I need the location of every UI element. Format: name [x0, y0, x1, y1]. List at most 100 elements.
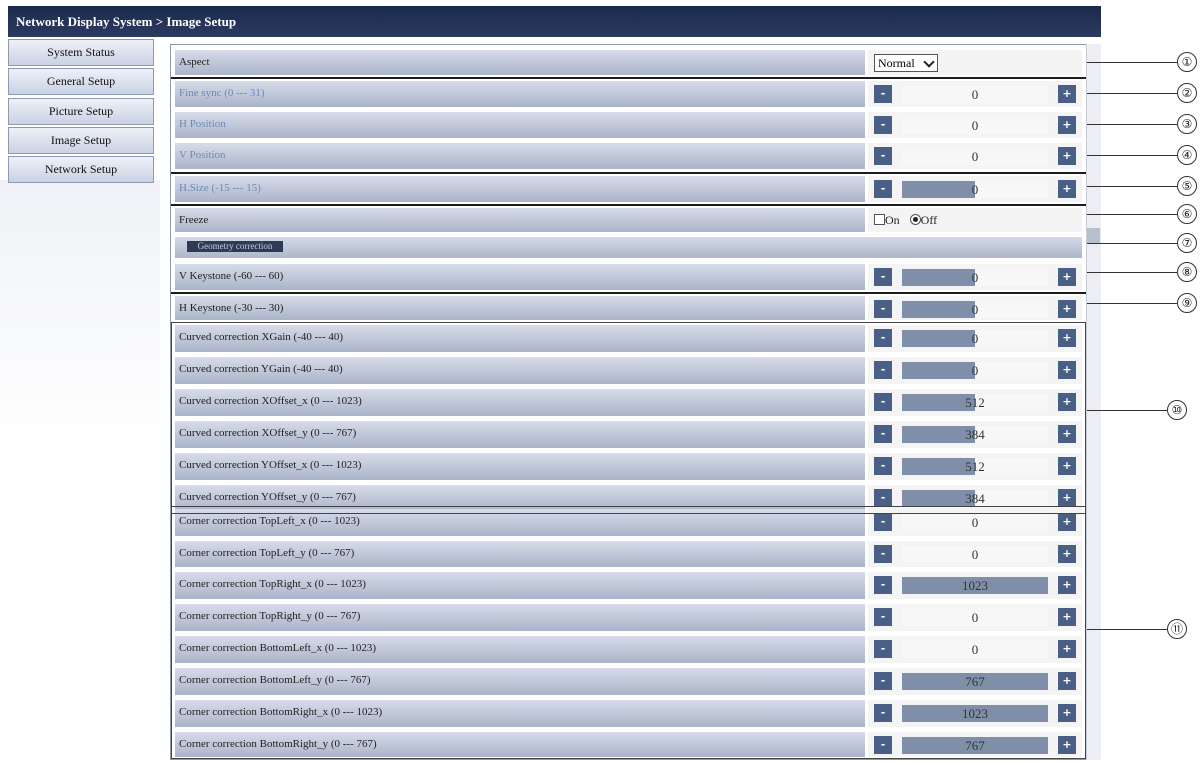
curved-xoffset-y-plus-button[interactable]: +: [1058, 425, 1076, 443]
curved-yoffset-x-plus-button[interactable]: +: [1058, 457, 1076, 475]
curved-ygain-row: Curved correction YGain (-40 --- 40) - 0…: [171, 354, 1086, 386]
corner-bottomleft-x-slider[interactable]: 0: [902, 641, 1048, 658]
freeze-on-radio[interactable]: [874, 214, 885, 225]
curved-xgain-row: Curved correction XGain (-40 --- 40) - 0…: [171, 322, 1086, 354]
v-position-row: V Position - 0 +: [171, 140, 1086, 171]
callout-line: [1087, 243, 1177, 244]
h-keystone-minus-button[interactable]: -: [874, 300, 892, 318]
corner-bottomright-x-plus-button[interactable]: +: [1058, 704, 1076, 722]
fine-sync-minus-button[interactable]: -: [874, 85, 892, 103]
callout-7: ⑦: [1177, 233, 1197, 253]
image-setup-panel: Aspect Normal Fine sync (0 --- 31) - 0 +…: [170, 44, 1087, 760]
sidebar-shadow: [0, 180, 160, 450]
aspect-select[interactable]: Normal: [874, 54, 938, 72]
corner-bottomright-x-slider[interactable]: 1023: [902, 705, 1048, 722]
corner-bottomright-y-row: Corner correction BottomRight_y (0 --- 7…: [171, 729, 1086, 759]
corner-topright-x-slider[interactable]: 1023: [902, 577, 1048, 594]
h-position-row: H Position - 0 +: [171, 109, 1086, 140]
curved-xgain-plus-button[interactable]: +: [1058, 329, 1076, 347]
v-keystone-slider[interactable]: 0: [902, 269, 1048, 286]
corner-topleft-x-minus-button[interactable]: -: [874, 513, 892, 531]
curved-ygain-minus-button[interactable]: -: [874, 361, 892, 379]
callout-9: ⑨: [1177, 293, 1197, 313]
h-keystone-plus-button[interactable]: +: [1058, 300, 1076, 318]
corner-topright-x-label: Corner correction TopRight_x (0 --- 1023…: [175, 572, 865, 599]
curved-ygain-plus-button[interactable]: +: [1058, 361, 1076, 379]
scrollbar-thumb[interactable]: [1087, 228, 1100, 244]
corner-bottomleft-y-slider[interactable]: 767: [902, 673, 1048, 690]
corner-bottomright-y-slider[interactable]: 767: [902, 737, 1048, 754]
curved-xgain-slider[interactable]: 0: [902, 330, 1048, 347]
curved-yoffset-y-slider[interactable]: 384: [902, 490, 1048, 507]
freeze-off-label: Off: [920, 213, 938, 227]
curved-xoffset-y-minus-button[interactable]: -: [874, 425, 892, 443]
corner-topleft-y-row: Corner correction TopLeft_y (0 --- 767) …: [171, 538, 1086, 569]
corner-bottomleft-y-minus-button[interactable]: -: [874, 672, 892, 690]
corner-topright-x-minus-button[interactable]: -: [874, 576, 892, 594]
curved-xoffset-x-slider[interactable]: 512: [902, 394, 1048, 411]
corner-topright-x-plus-button[interactable]: +: [1058, 576, 1076, 594]
v-position-label: V Position: [175, 143, 865, 169]
nav-picture-setup[interactable]: Picture Setup: [8, 98, 154, 125]
v-keystone-plus-button[interactable]: +: [1058, 268, 1076, 286]
corner-topleft-x-slider[interactable]: 0: [902, 514, 1048, 531]
corner-bottomright-y-plus-button[interactable]: +: [1058, 736, 1076, 754]
callout-line: [1087, 155, 1177, 156]
v-keystone-label: V Keystone (-60 --- 60): [175, 264, 865, 290]
corner-bottomright-y-value: 767: [965, 738, 985, 753]
corner-bottomleft-x-minus-button[interactable]: -: [874, 640, 892, 658]
nav-system-status[interactable]: System Status: [8, 39, 154, 66]
h-size-row: H.Size (-15 --- 15) - 0 +: [171, 173, 1086, 204]
v-position-minus-button[interactable]: -: [874, 147, 892, 165]
callout-line: [1087, 93, 1177, 94]
corner-topleft-y-plus-button[interactable]: +: [1058, 545, 1076, 563]
curved-xoffset-y-slider[interactable]: 384: [902, 426, 1048, 443]
corner-topright-y-slider[interactable]: 0: [902, 609, 1048, 626]
vertical-scrollbar[interactable]: [1086, 44, 1101, 760]
corner-topright-y-minus-button[interactable]: -: [874, 608, 892, 626]
corner-topright-y-row: Corner correction TopRight_y (0 --- 767)…: [171, 601, 1086, 633]
h-keystone-value: 0: [971, 302, 979, 317]
curved-xoffset-x-minus-button[interactable]: -: [874, 393, 892, 411]
callout-line: [1087, 272, 1177, 273]
h-keystone-slider[interactable]: 0: [902, 301, 1048, 318]
fine-sync-row: Fine sync (0 --- 31) - 0 +: [171, 78, 1086, 109]
geometry-section-row: Geometry correction: [171, 234, 1086, 261]
curved-xgain-minus-button[interactable]: -: [874, 329, 892, 347]
corner-topleft-y-slider[interactable]: 0: [902, 546, 1048, 563]
curved-ygain-slider[interactable]: 0: [902, 362, 1048, 379]
page-title: Network Display System > Image Setup: [8, 6, 1101, 37]
h-size-minus-button[interactable]: -: [874, 180, 892, 198]
freeze-off-radio[interactable]: [909, 214, 921, 225]
h-size-slider[interactable]: 0: [902, 181, 1048, 198]
corner-bottomleft-x-plus-button[interactable]: +: [1058, 640, 1076, 658]
curved-xoffset-x-plus-button[interactable]: +: [1058, 393, 1076, 411]
nav-network-setup[interactable]: Network Setup: [8, 156, 154, 183]
corner-topleft-y-minus-button[interactable]: -: [874, 545, 892, 563]
v-position-value-box: 0: [902, 148, 1048, 165]
curved-yoffset-y-plus-button[interactable]: +: [1058, 489, 1076, 507]
corner-bottomright-y-minus-button[interactable]: -: [874, 736, 892, 754]
callout-1: ①: [1177, 52, 1197, 72]
curved-yoffset-x-slider[interactable]: 512: [902, 458, 1048, 475]
fine-sync-plus-button[interactable]: +: [1058, 85, 1076, 103]
corner-topright-y-plus-button[interactable]: +: [1058, 608, 1076, 626]
h-size-plus-button[interactable]: +: [1058, 180, 1076, 198]
corner-bottomleft-y-plus-button[interactable]: +: [1058, 672, 1076, 690]
h-size-value: 0: [971, 182, 979, 197]
h-position-value-box: 0: [902, 117, 1048, 134]
corner-topleft-x-plus-button[interactable]: +: [1058, 513, 1076, 531]
callout-2: ②: [1177, 83, 1197, 103]
nav-general-setup[interactable]: General Setup: [8, 68, 154, 95]
v-keystone-minus-button[interactable]: -: [874, 268, 892, 286]
h-position-plus-button[interactable]: +: [1058, 116, 1076, 134]
nav-image-setup[interactable]: Image Setup: [8, 127, 154, 154]
curved-yoffset-y-minus-button[interactable]: -: [874, 489, 892, 507]
v-keystone-row: V Keystone (-60 --- 60) - 0 +: [171, 261, 1086, 292]
v-position-plus-button[interactable]: +: [1058, 147, 1076, 165]
corner-bottomright-x-minus-button[interactable]: -: [874, 704, 892, 722]
h-position-minus-button[interactable]: -: [874, 116, 892, 134]
corner-topright-x-value: 1023: [962, 578, 988, 593]
curved-yoffset-x-minus-button[interactable]: -: [874, 457, 892, 475]
callout-line: [1087, 186, 1177, 187]
